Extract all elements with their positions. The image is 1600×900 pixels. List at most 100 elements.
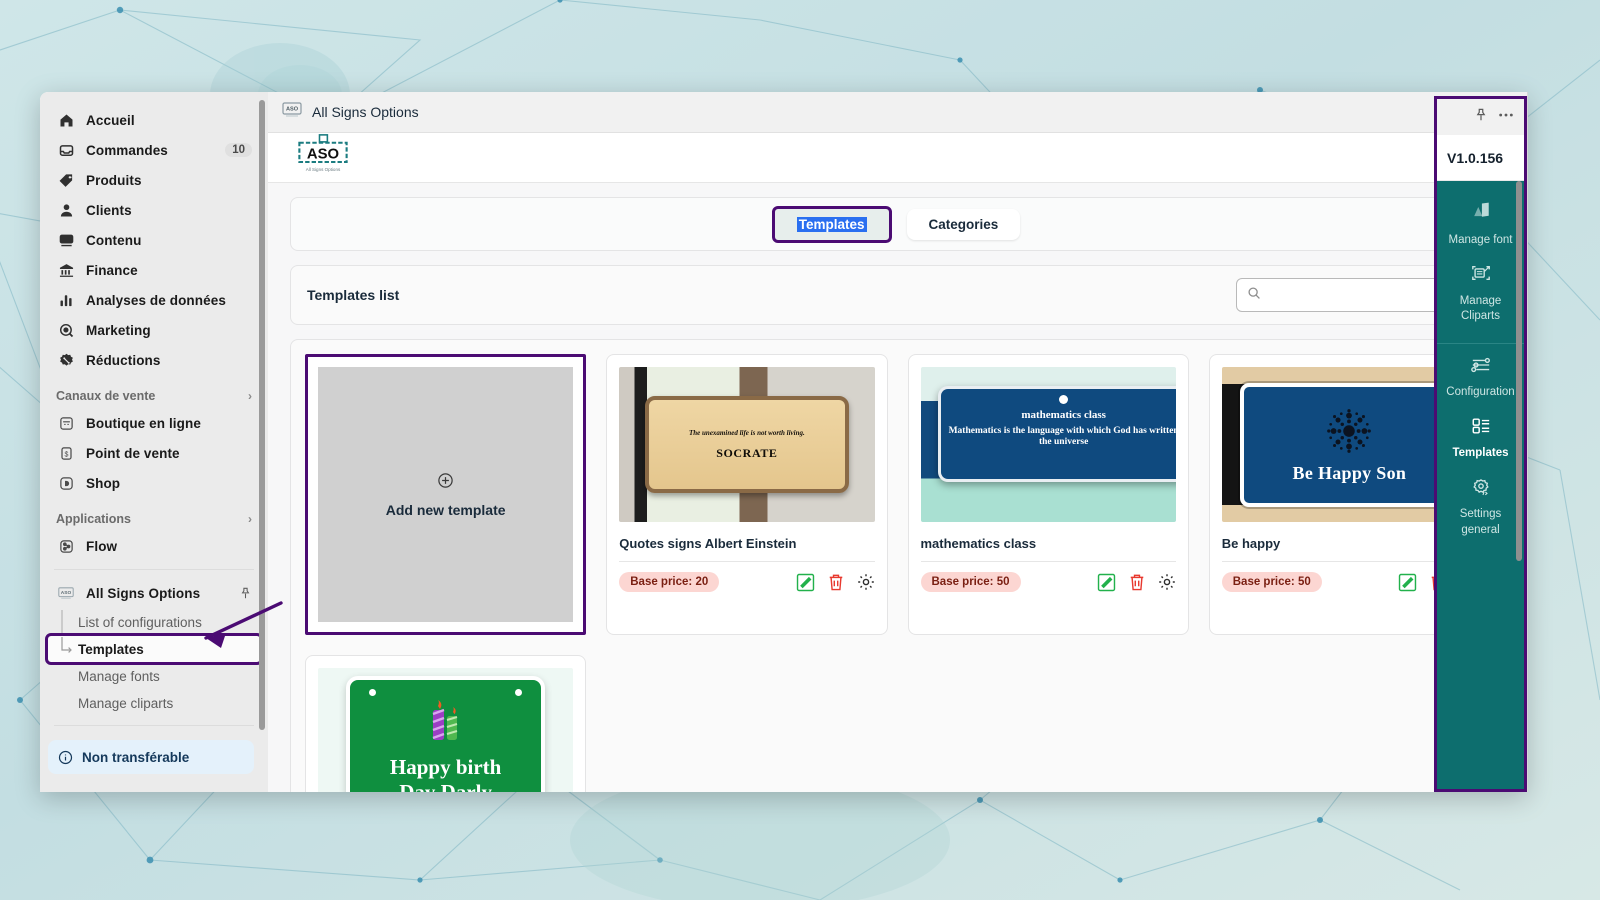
template-card[interactable]: mathematics class Mathematics is the lan… — [907, 354, 1189, 635]
sliders-icon — [1470, 355, 1492, 381]
nav-section-sales-channels[interactable]: Canaux de vente › — [40, 376, 268, 409]
svg-text:ASO: ASO — [307, 147, 339, 163]
sidebar-item-flow[interactable]: Flow — [48, 532, 260, 560]
sidebar-item-accueil[interactable]: Accueil — [48, 106, 260, 134]
edit-icon[interactable] — [1398, 573, 1417, 592]
sidebar-label: Clients — [86, 202, 132, 218]
analytics-bars-icon — [56, 293, 76, 308]
rail-item-label: Templates — [1452, 447, 1509, 460]
sidebar-item-marketing[interactable]: Marketing — [48, 316, 260, 344]
search-icon — [1247, 286, 1261, 305]
sign-hole-left — [369, 689, 377, 696]
sidebar-label: Commandes — [86, 142, 168, 158]
add-new-template-label: Add new template — [385, 501, 506, 518]
templates-grid-panel: Add new template The unexamined life is … — [290, 339, 1505, 792]
orders-inbox-icon — [56, 143, 76, 158]
add-new-template-card[interactable]: Add new template — [305, 354, 587, 635]
sidebar-subitem-manage-fonts[interactable]: Manage fonts — [48, 663, 260, 689]
sidebar-label: Shop — [86, 475, 121, 491]
rail-item-label: Configuration — [1446, 386, 1515, 399]
font-card-icon — [1470, 202, 1492, 228]
sidebar-sublabel: Templates — [78, 641, 144, 657]
sidebar-item-finance[interactable]: Finance — [48, 256, 260, 284]
flow-icon — [56, 539, 76, 554]
sidebar-item-shop[interactable]: Shop — [48, 469, 260, 497]
template-name: Quotes signs Albert Einstein — [619, 536, 797, 551]
settings-gear-icon[interactable] — [1158, 573, 1176, 591]
sidebar-sublabel: Manage cliparts — [78, 695, 174, 711]
person-icon — [56, 203, 76, 218]
nav-divider — [54, 725, 254, 726]
tab-bar: Templates Categories — [290, 197, 1505, 251]
template-card[interactable]: The unexamined life is not worth living.… — [606, 354, 888, 635]
rail-nav: Manage font Manage Cliparts Configuratio… — [1437, 181, 1524, 789]
edit-icon[interactable] — [796, 573, 815, 592]
orders-count-badge: 10 — [225, 143, 252, 157]
sidebar-label: Boutique en ligne — [86, 415, 201, 431]
page-title: Templates list — [307, 287, 400, 303]
tab-templates[interactable]: Templates — [771, 205, 892, 243]
rail-item-label: Manage Cliparts — [1459, 294, 1502, 323]
sidebar-item-produits[interactable]: Produits — [48, 166, 260, 194]
sidebar-label: Réductions — [86, 352, 161, 368]
card-divider — [619, 561, 875, 562]
app-version-label: V1.0.156 — [1437, 135, 1524, 181]
templates-list-header-panel: Templates list — [290, 265, 1505, 325]
pin-icon[interactable] — [1474, 108, 1488, 127]
settings-gear-icon[interactable] — [857, 573, 875, 591]
aso-app-icon: ASO — [56, 586, 76, 600]
template-thumbnail: mathematics class Mathematics is the lan… — [920, 367, 1176, 522]
info-circle-icon — [58, 750, 73, 765]
template-thumbnail: Happy birth Day Darly — [318, 668, 574, 792]
sidebar-item-contenu[interactable]: Contenu — [48, 226, 260, 254]
base-price-badge: Base price: 20 — [619, 572, 720, 592]
brand-logo-bar: ASO All Signs Options — [268, 133, 1527, 183]
sidebar-label: Marketing — [86, 322, 151, 338]
cliparts-icon — [1470, 263, 1492, 289]
rail-item-settings-general[interactable]: Settings general — [1437, 470, 1524, 547]
sidebar-item-analyses[interactable]: Analyses de données — [48, 286, 260, 314]
rail-item-label: Settings general — [1459, 508, 1502, 536]
ellipsis-icon[interactable] — [1498, 108, 1514, 127]
nav-section-label: Applications — [56, 512, 132, 526]
embedded-app-title: All Signs Options — [312, 104, 419, 120]
discount-icon — [56, 353, 76, 368]
tab-categories[interactable]: Categories — [906, 208, 1021, 240]
sidebar-subitem-manage-cliparts[interactable]: Manage cliparts — [48, 690, 260, 716]
rail-scrollbar[interactable] — [1516, 181, 1522, 561]
sidebar-label: Finance — [86, 262, 138, 278]
rail-divider — [1437, 342, 1524, 344]
card-divider — [920, 561, 1176, 562]
nav-section-applications[interactable]: Applications › — [40, 499, 268, 532]
sign-quote-text: The unexamined life is not worth living. — [689, 428, 805, 437]
svg-text:$: $ — [64, 451, 68, 458]
sidebar-item-point-de-vente[interactable]: $ Point de vente — [48, 439, 260, 467]
nav-section-label: Canaux de vente — [56, 389, 156, 403]
non-transferable-notice[interactable]: Non transférable — [48, 740, 254, 774]
tab-templates-label: Templates — [796, 216, 867, 232]
rail-item-manage-cliparts[interactable]: Manage Cliparts — [1437, 256, 1524, 333]
edit-icon[interactable] — [1097, 573, 1116, 592]
rail-item-configuration[interactable]: Configuration — [1437, 348, 1524, 409]
sidebar-item-commandes[interactable]: Commandes 10 — [48, 136, 260, 164]
aso-logo: ASO All Signs Options — [294, 134, 352, 181]
window-right-edge — [1527, 92, 1528, 792]
sidebar-label: Accueil — [86, 112, 135, 128]
nav-divider — [54, 569, 254, 570]
rail-item-manage-font[interactable]: Manage font — [1437, 195, 1524, 256]
shop-icon — [56, 476, 76, 491]
point-of-sale-icon: $ — [56, 446, 76, 461]
sidebar-item-boutique-en-ligne[interactable]: Boutique en ligne — [48, 409, 260, 437]
rail-item-templates[interactable]: Templates — [1437, 409, 1524, 470]
base-price-badge: Base price: 50 — [1221, 572, 1322, 592]
svg-text:ASO: ASO — [286, 107, 299, 113]
storefront-icon — [56, 416, 76, 431]
sidebar-item-clients[interactable]: Clients — [48, 196, 260, 224]
template-card[interactable]: Happy birth Day Darly — [305, 655, 587, 792]
bank-icon — [56, 263, 76, 278]
svg-text:ASO: ASO — [61, 590, 72, 596]
sidebar-item-reductions[interactable]: Réductions — [48, 346, 260, 374]
delete-icon[interactable] — [1128, 573, 1146, 592]
delete-icon[interactable] — [827, 573, 845, 592]
sign-line1: Happy birth — [389, 755, 502, 780]
